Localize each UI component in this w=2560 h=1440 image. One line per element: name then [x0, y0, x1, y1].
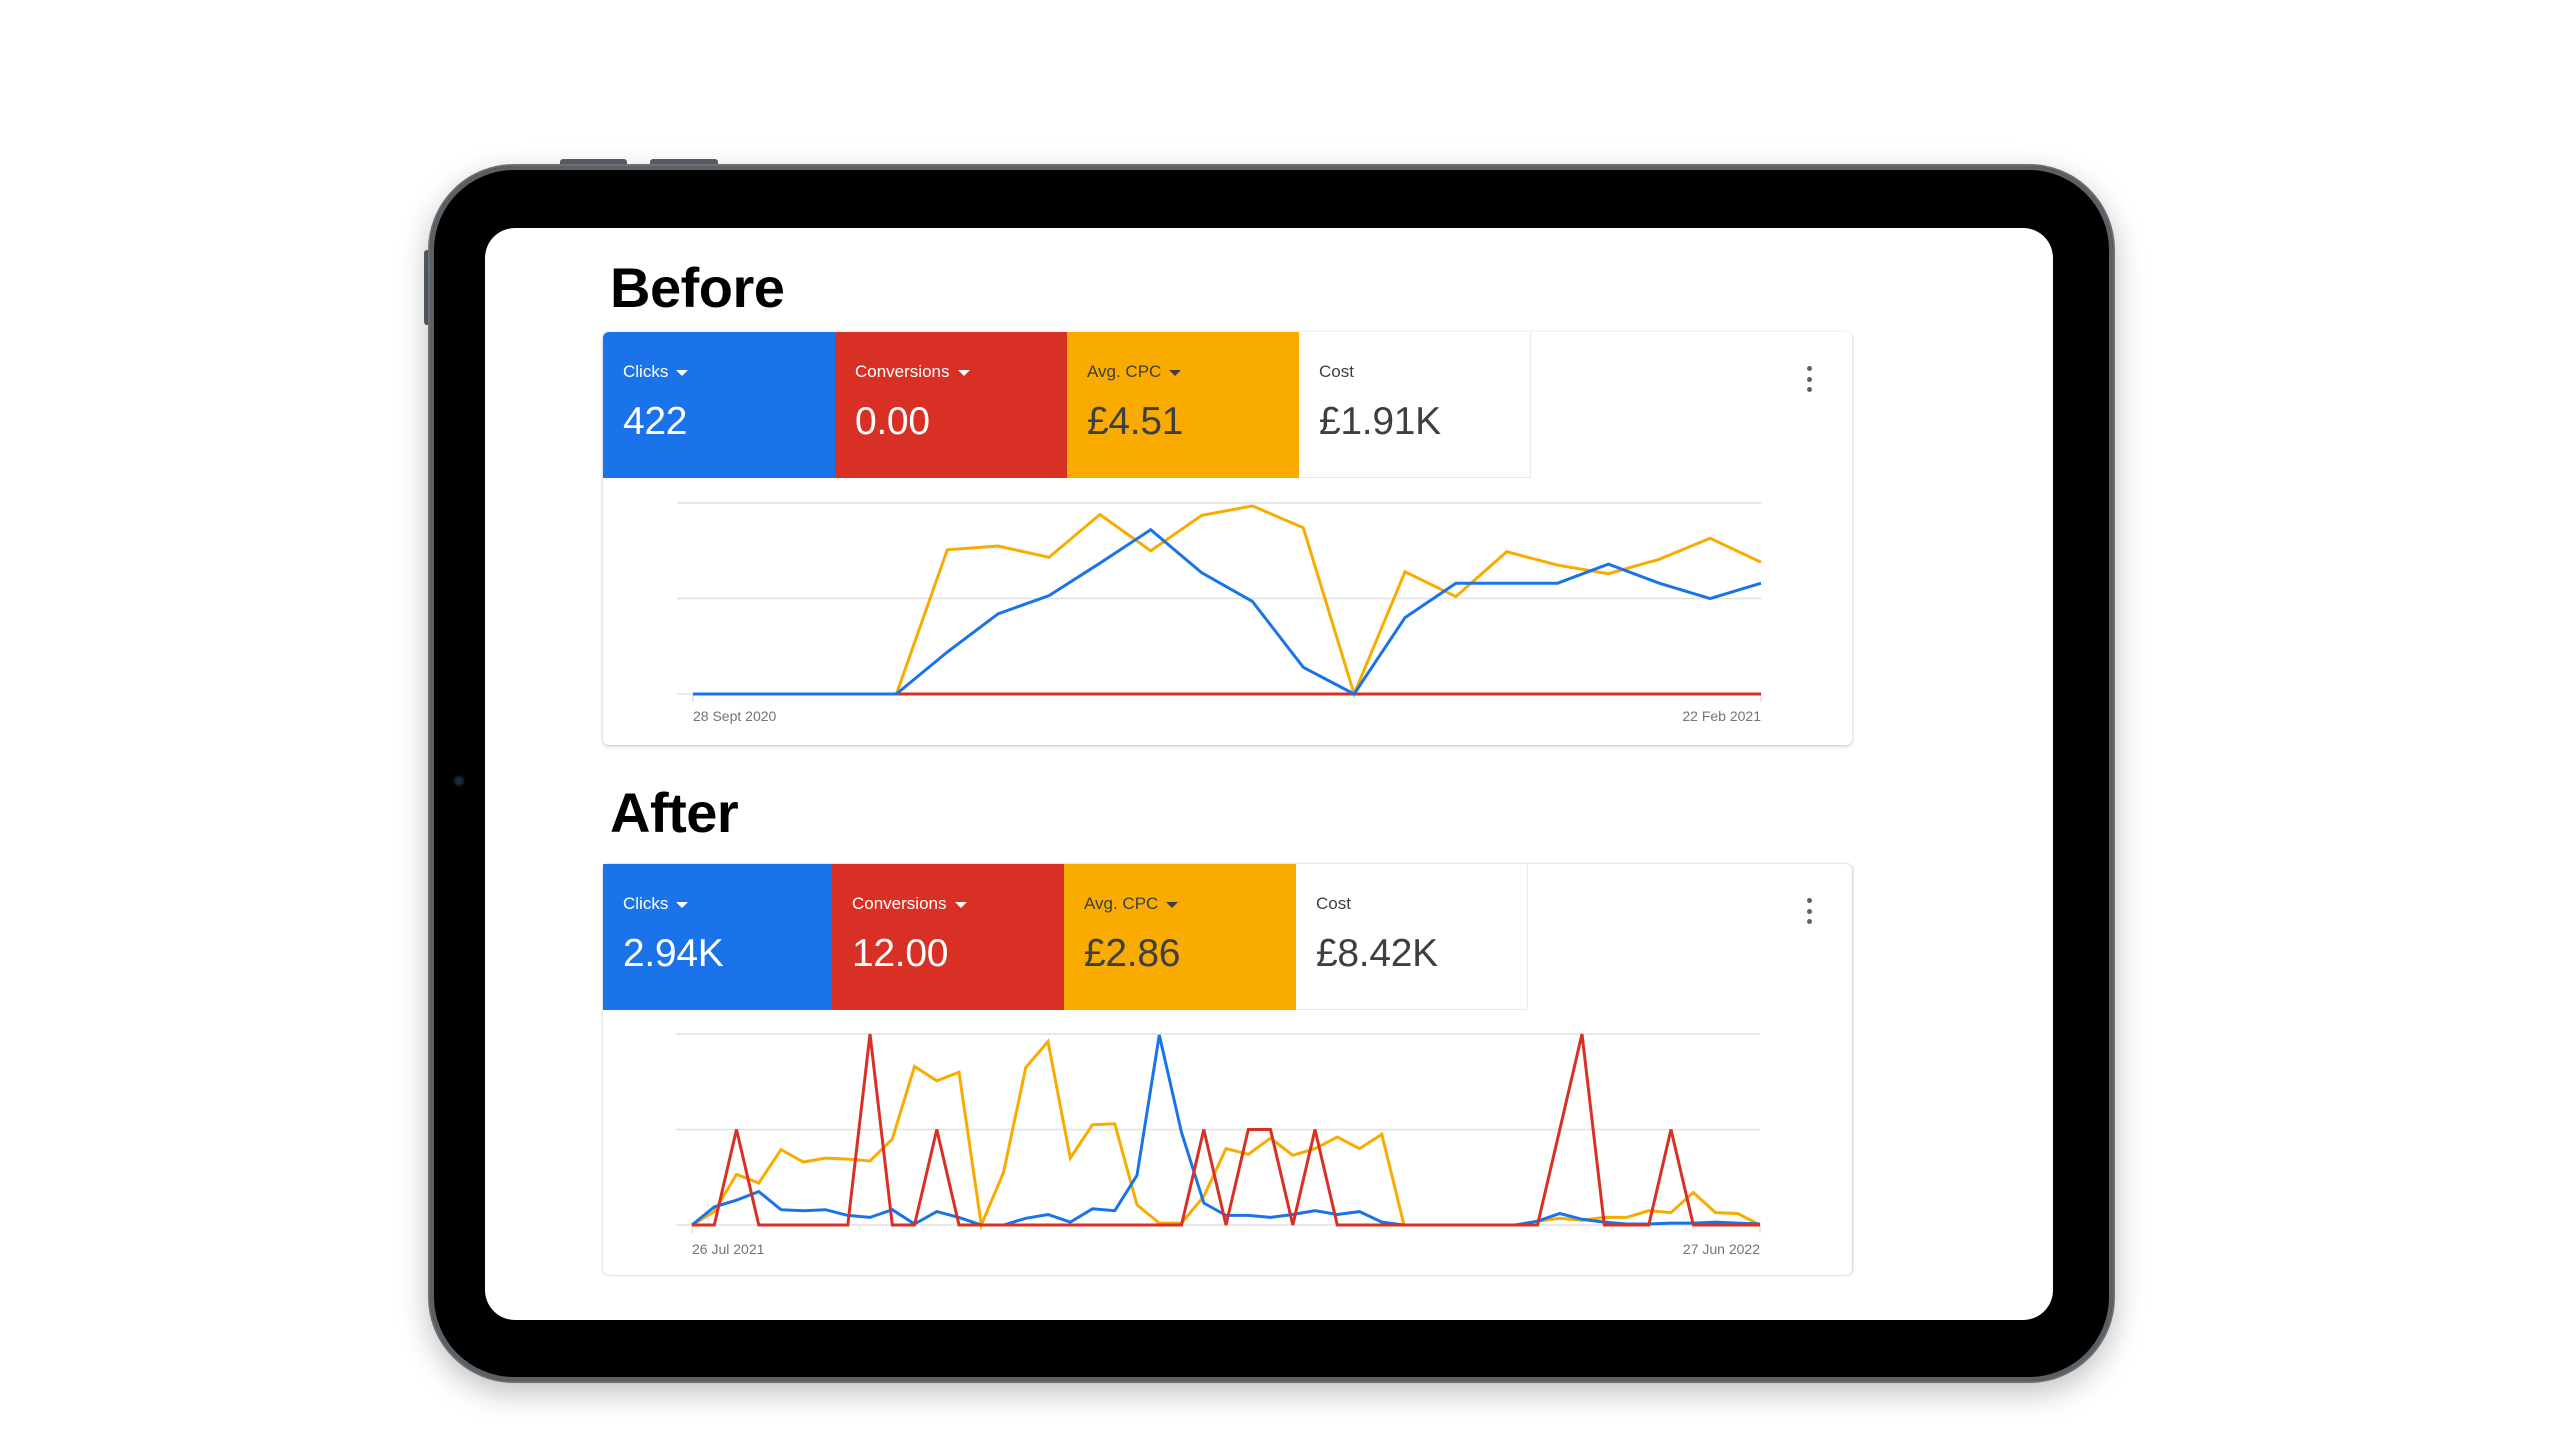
performance-card-after: Clicks 2.94K Conversions 12.00 Avg. CPC … [603, 864, 1852, 1275]
x-axis-start-label: 26 Jul 2021 [692, 1241, 765, 1257]
x-axis-start-label: 28 Sept 2020 [693, 708, 777, 724]
performance-card-before: Clicks 422 Conversions 0.00 Avg. CPC £4.… [603, 332, 1852, 745]
camera-icon [453, 775, 465, 787]
series-line-clicks[interactable] [693, 527, 1762, 696]
x-axis-end-label: 22 Feb 2021 [1682, 708, 1761, 724]
line-chart-after: 26 Jul 2021 27 Jun 2022 [676, 1033, 1761, 1257]
section-title-after: After [610, 781, 739, 844]
line-chart-before: 28 Sept 2020 22 Feb 2021 [677, 502, 1762, 724]
series-line-avg-cpc[interactable] [693, 504, 1762, 699]
x-axis-end-label: 27 Jun 2022 [1683, 1241, 1760, 1257]
section-title-before: Before [610, 256, 785, 319]
